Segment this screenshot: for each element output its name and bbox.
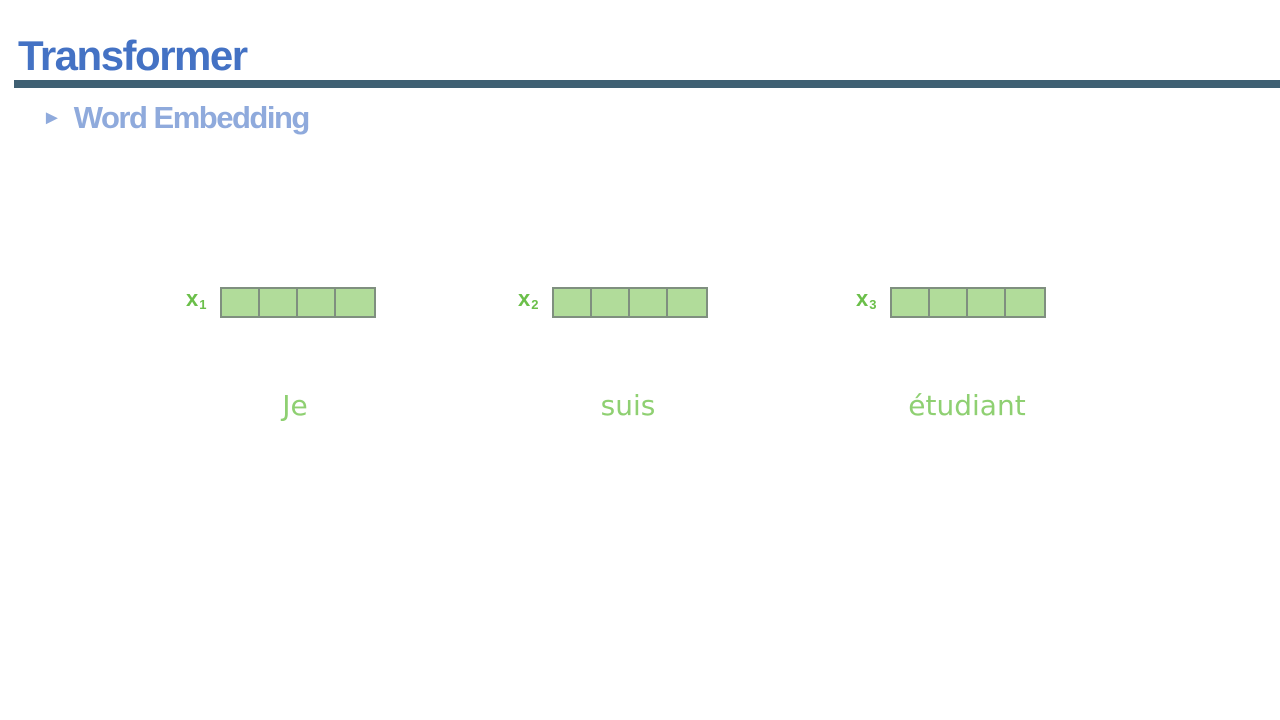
embedding-vector-3: x3: [856, 282, 1046, 322]
vector-cell: [336, 288, 374, 316]
embedding-vector-1: x1: [186, 282, 376, 322]
vector-cell: [260, 288, 298, 316]
title-divider: [14, 80, 1280, 88]
vector-cell: [892, 288, 930, 316]
vector-cell: [222, 288, 260, 316]
vector-cell: [668, 288, 706, 316]
slide-title: Transformer: [18, 32, 248, 79]
vector-label: x3: [856, 286, 877, 312]
vector-cell: [592, 288, 630, 316]
vector-cell: [298, 288, 336, 316]
vector-cells: [890, 286, 1046, 318]
embedding-vector-2: x2: [518, 282, 708, 322]
bullet-item: ► Word Embedding: [42, 98, 311, 138]
word-je: Je: [282, 389, 308, 422]
vector-cell: [630, 288, 668, 316]
vector-cell: [1006, 288, 1044, 316]
word-etudiant: étudiant: [908, 389, 1026, 422]
vector-cells: [220, 286, 376, 318]
vector-label: x2: [518, 286, 539, 312]
word-suis: suis: [600, 389, 656, 422]
vector-cell: [968, 288, 1006, 316]
vector-label: x1: [186, 286, 207, 312]
bullet-text: Word Embedding: [73, 100, 311, 135]
vector-cells: [552, 286, 708, 318]
vector-cell: [554, 288, 592, 316]
bullet-arrow-icon: ►: [42, 107, 62, 129]
vector-cell: [930, 288, 968, 316]
